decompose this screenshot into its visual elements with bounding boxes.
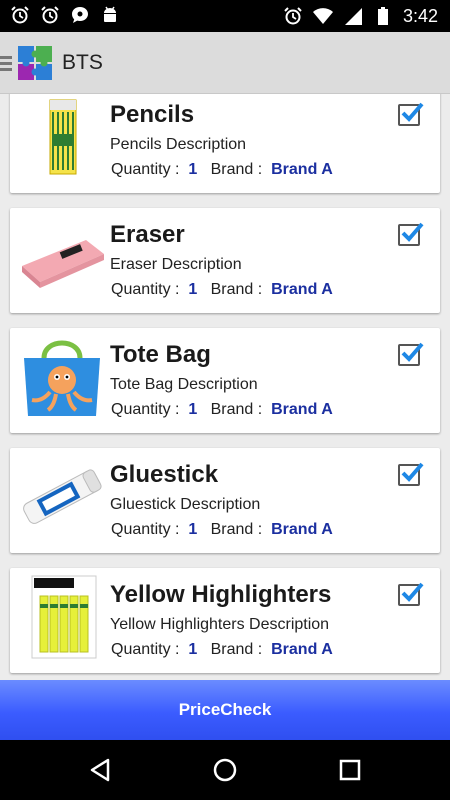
menu-icon[interactable]	[0, 56, 12, 74]
pencils-image	[49, 99, 77, 175]
price-check-button[interactable]: PriceCheck	[0, 680, 450, 740]
status-bar: 3:42	[0, 0, 450, 32]
product-meta: Quantity : 1 Brand : Brand A	[111, 401, 333, 419]
brand-value: Brand A	[271, 161, 333, 178]
brand-label: Brand :	[210, 161, 263, 178]
quantity-value: 1	[188, 521, 198, 538]
brand-value: Brand A	[271, 281, 333, 298]
alarm-icon	[284, 7, 302, 25]
clock: 3:42	[402, 6, 438, 26]
product-checkbox[interactable]	[398, 342, 424, 366]
checkmark-icon	[401, 462, 424, 482]
home-icon[interactable]	[211, 756, 239, 784]
navigation-bar	[0, 740, 450, 800]
checkmark-icon	[401, 222, 424, 242]
quantity-label: Quantity :	[111, 401, 180, 418]
product-checkbox[interactable]	[398, 102, 424, 126]
product-list[interactable]: Pencils Pencils Description Quantity : 1…	[0, 94, 450, 680]
product-description: Gluestick Description	[110, 496, 261, 513]
product-checkbox[interactable]	[398, 462, 424, 486]
brand-label: Brand :	[210, 401, 263, 418]
product-description: Tote Bag Description	[110, 376, 258, 393]
product-name: Tote Bag	[110, 341, 211, 368]
product-meta: Quantity : 1 Brand : Brand A	[111, 281, 333, 299]
checkmark-icon	[401, 582, 424, 602]
app-title: BTS	[62, 51, 103, 74]
quantity-value: 1	[188, 641, 198, 658]
wifi-icon	[312, 8, 333, 24]
product-meta: Quantity : 1 Brand : Brand A	[111, 521, 333, 539]
back-icon[interactable]	[86, 756, 114, 784]
quantity-label: Quantity :	[111, 641, 180, 658]
checkmark-icon	[401, 102, 424, 122]
chat-bubble-icon	[72, 7, 88, 23]
signal-icon	[344, 8, 362, 25]
eraser-image	[22, 240, 104, 288]
battery-icon	[377, 7, 388, 25]
quantity-value: 1	[188, 161, 198, 178]
app-bar: BTS	[0, 32, 450, 94]
brand-label: Brand :	[210, 641, 263, 658]
alarm-icon	[11, 6, 29, 24]
quantity-label: Quantity :	[111, 161, 180, 178]
highlighters-image	[31, 575, 97, 659]
product-name: Pencils	[110, 101, 195, 128]
product-name: Yellow Highlighters	[110, 581, 332, 608]
product-description: Eraser Description	[110, 256, 242, 273]
brand-value: Brand A	[271, 521, 333, 538]
product-card[interactable]: Eraser Eraser Description Quantity : 1 B…	[10, 208, 440, 313]
product-meta: Quantity : 1 Brand : Brand A	[111, 161, 333, 179]
product-name: Eraser	[110, 221, 185, 248]
puzzle-logo-icon[interactable]	[16, 44, 54, 82]
product-checkbox[interactable]	[398, 582, 424, 606]
brand-label: Brand :	[210, 281, 263, 298]
tote-bag-image	[24, 340, 100, 416]
product-meta: Quantity : 1 Brand : Brand A	[111, 641, 333, 659]
brand-value: Brand A	[271, 641, 333, 658]
brand-value: Brand A	[271, 401, 333, 418]
quantity-label: Quantity :	[111, 521, 180, 538]
brand-label: Brand :	[210, 521, 263, 538]
product-checkbox[interactable]	[398, 222, 424, 246]
recents-icon[interactable]	[336, 756, 364, 784]
quantity-label: Quantity :	[111, 281, 180, 298]
product-card[interactable]: Gluestick Gluestick Description Quantity…	[10, 448, 440, 553]
product-card[interactable]: Pencils Pencils Description Quantity : 1…	[10, 94, 440, 193]
quantity-value: 1	[188, 401, 198, 418]
checkmark-icon	[401, 342, 424, 362]
product-card[interactable]: Yellow Highlighters Yellow Highlighters …	[10, 568, 440, 673]
alarm-icon	[41, 6, 59, 24]
product-description: Yellow Highlighters Description	[110, 616, 330, 633]
product-description: Pencils Description	[110, 136, 247, 153]
android-icon	[104, 6, 116, 22]
quantity-value: 1	[188, 281, 198, 298]
gluestick-image	[23, 469, 102, 524]
product-name: Gluestick	[110, 461, 219, 488]
product-card[interactable]: Tote Bag Tote Bag Description Quantity :…	[10, 328, 440, 433]
